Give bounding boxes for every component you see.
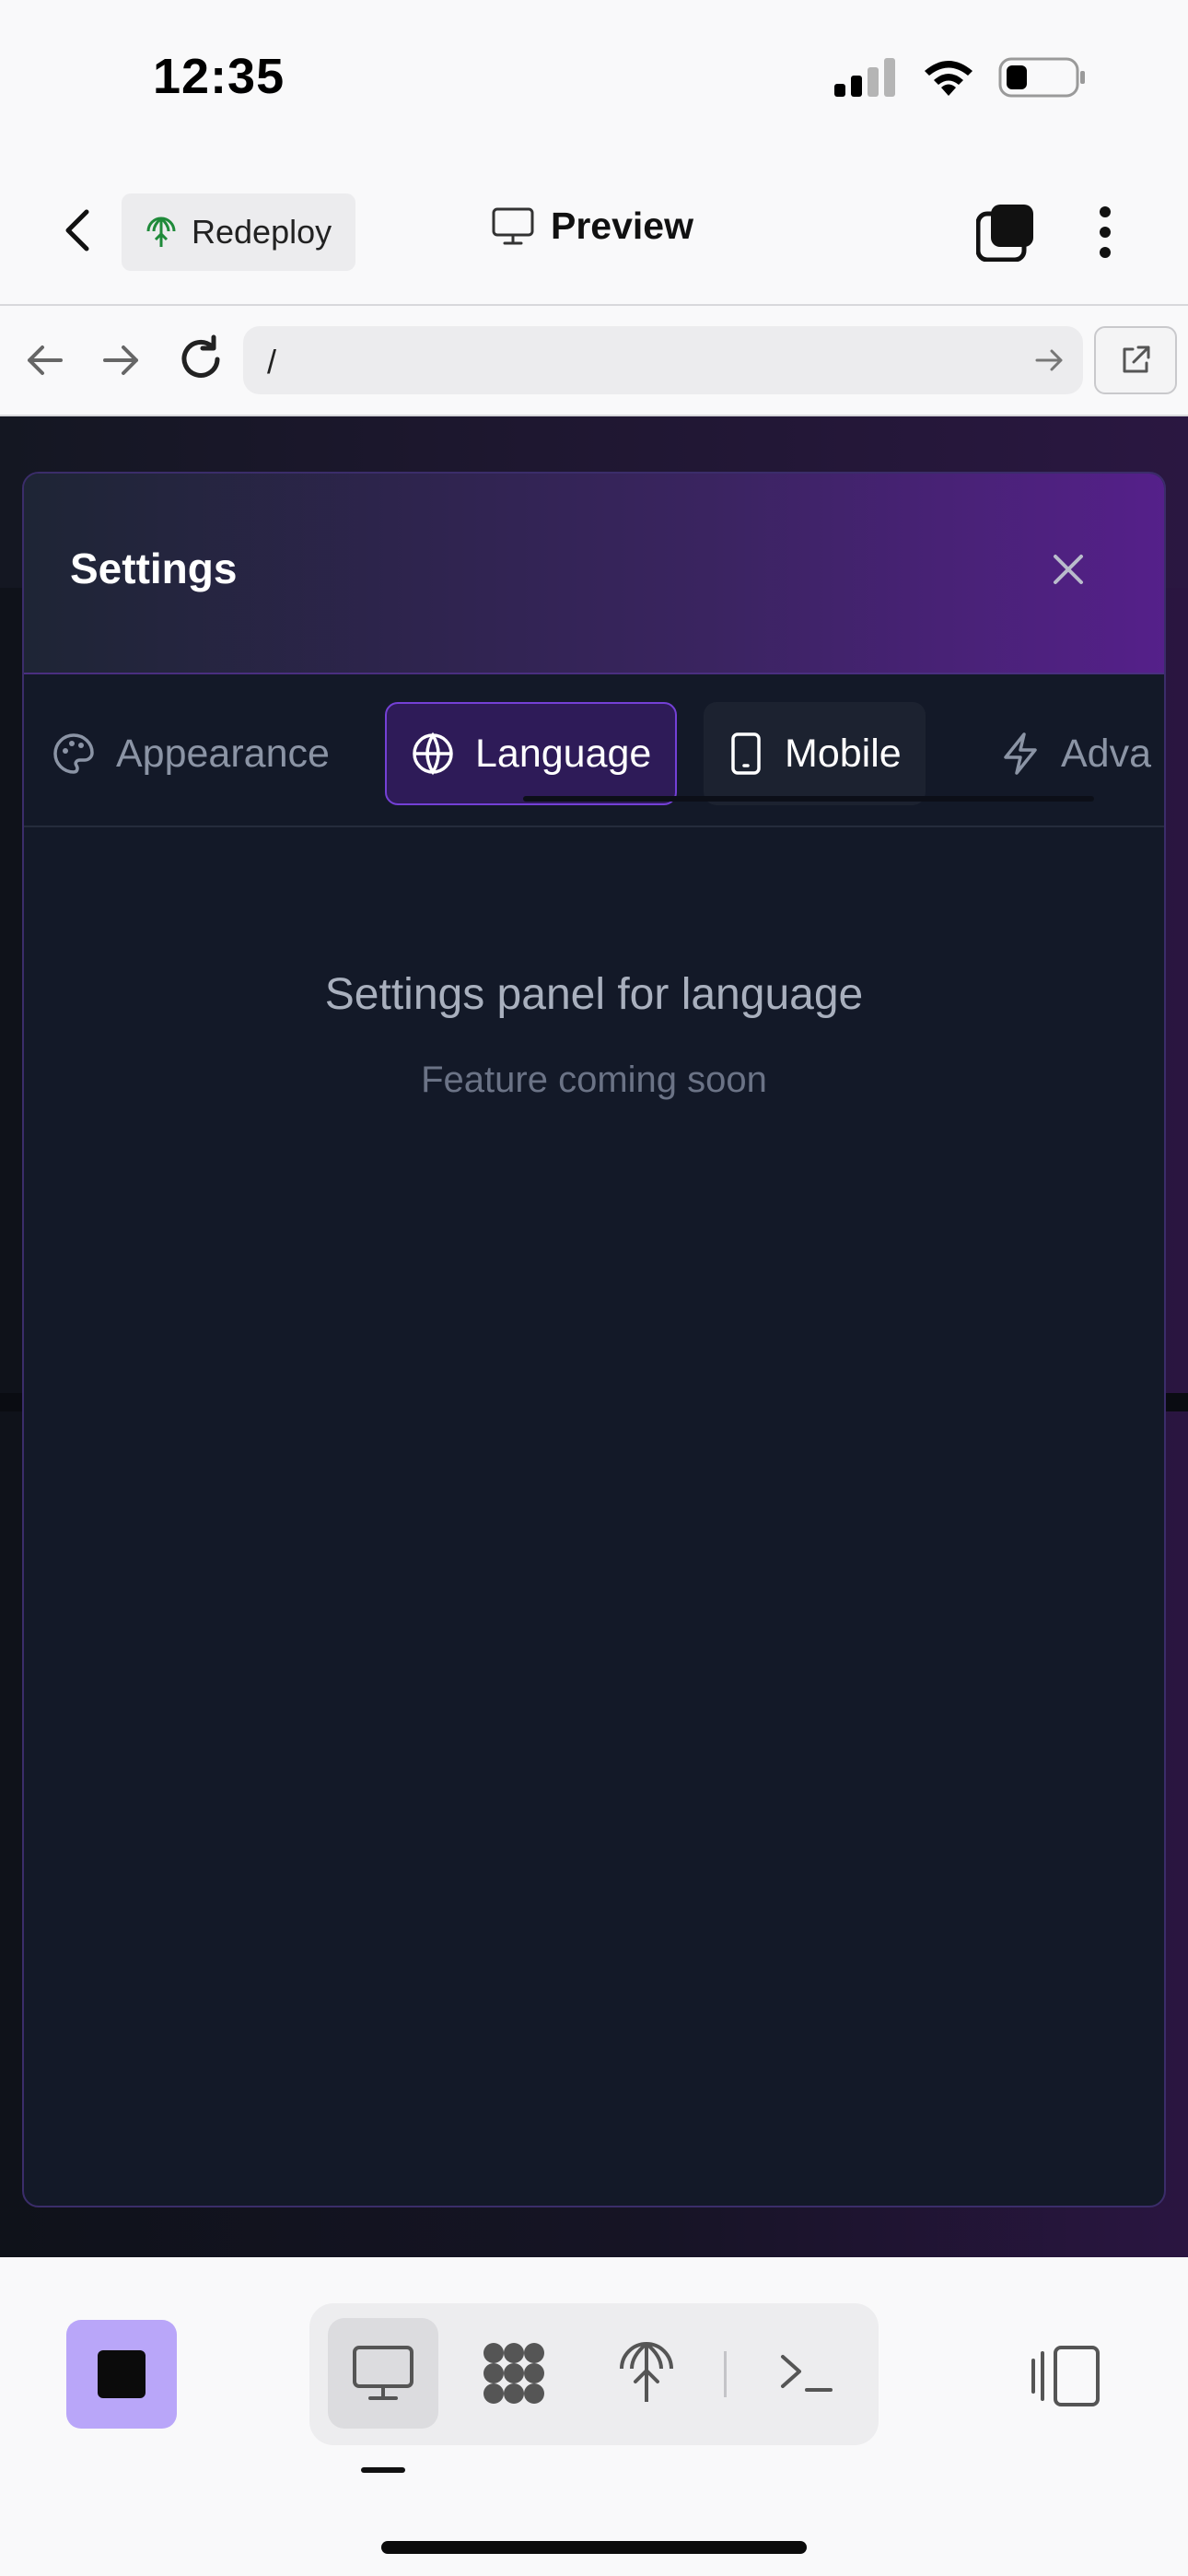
redeploy-label: Redeploy [192, 213, 332, 251]
page-title-label: Preview [551, 205, 693, 247]
monitor-icon [492, 207, 534, 244]
deploy-icon [620, 2342, 673, 2402]
status-icons [834, 57, 1087, 98]
settings-modal: Settings Appearance Language Mobile Adva… [22, 472, 1166, 2207]
close-icon[interactable] [1046, 547, 1090, 591]
tab-appearance[interactable]: Appearance [28, 702, 354, 805]
open-external-button[interactable] [1094, 326, 1177, 394]
toolbar-divider [724, 2351, 727, 2397]
desktop-view-icon [353, 2346, 413, 2400]
open-external-icon [1123, 345, 1150, 373]
browser-bar: / [0, 306, 1188, 416]
panel-subtitle: Feature coming soon [421, 1060, 767, 1100]
url-text: / [267, 343, 277, 381]
palette-icon [53, 733, 94, 774]
terminal-icon [781, 2355, 833, 2392]
wifi-icon [925, 61, 973, 96]
reload-icon[interactable] [175, 334, 227, 385]
home-indicator [381, 2541, 807, 2554]
tab-appearance-label: Appearance [116, 731, 330, 776]
tab-language[interactable]: Language [385, 702, 678, 805]
battery-icon [998, 57, 1085, 98]
arrow-left-icon[interactable] [24, 339, 66, 381]
api-icon [483, 2343, 544, 2404]
signal-icon [834, 58, 895, 97]
status-bar: 12:35 [0, 0, 1188, 157]
zap-icon [1004, 732, 1037, 775]
chevron-left-icon[interactable] [55, 205, 101, 256]
tab-advanced[interactable]: Adva [976, 702, 1164, 805]
tab-mobile[interactable]: Mobile [704, 702, 926, 805]
more-vertical-icon[interactable] [1089, 205, 1122, 260]
modal-header: Settings [24, 474, 1164, 674]
view-switcher [309, 2303, 879, 2445]
active-view-indicator [361, 2467, 405, 2473]
smartphone-icon [731, 732, 761, 775]
redeploy-button[interactable]: Redeploy [122, 193, 355, 271]
bottom-toolbar [0, 2257, 1188, 2576]
modal-title: Settings [70, 544, 238, 592]
tab-language-label: Language [475, 731, 652, 776]
status-time: 12:35 [153, 49, 285, 104]
arrow-right-icon[interactable] [99, 339, 142, 381]
stop-button[interactable] [66, 2320, 177, 2429]
stop-icon [98, 2350, 146, 2398]
desktop-view-button[interactable] [328, 2318, 438, 2429]
app-header: Redeploy Preview [0, 157, 1188, 306]
settings-tabs: Appearance Language Mobile Adva [24, 674, 1164, 827]
api-view-button[interactable] [459, 2318, 569, 2429]
deploy-view-button[interactable] [591, 2318, 702, 2429]
tabs-icon[interactable] [976, 203, 1035, 262]
tab-scrollbar[interactable] [523, 796, 1094, 802]
tab-mobile-label: Mobile [785, 731, 902, 776]
webview: Settings Appearance Language Mobile Adva… [0, 416, 1188, 2257]
url-bar[interactable]: / [243, 326, 1083, 394]
page-title: Preview [492, 205, 693, 248]
tab-advanced-label: Adva [1061, 731, 1152, 776]
terminal-view-button[interactable] [751, 2318, 862, 2429]
split-view-icon[interactable] [1030, 2344, 1103, 2408]
panel-title: Settings panel for language [324, 970, 864, 1019]
globe-icon [413, 732, 453, 776]
go-arrow-icon[interactable] [1033, 345, 1065, 376]
deploy-globe-icon [146, 217, 176, 247]
